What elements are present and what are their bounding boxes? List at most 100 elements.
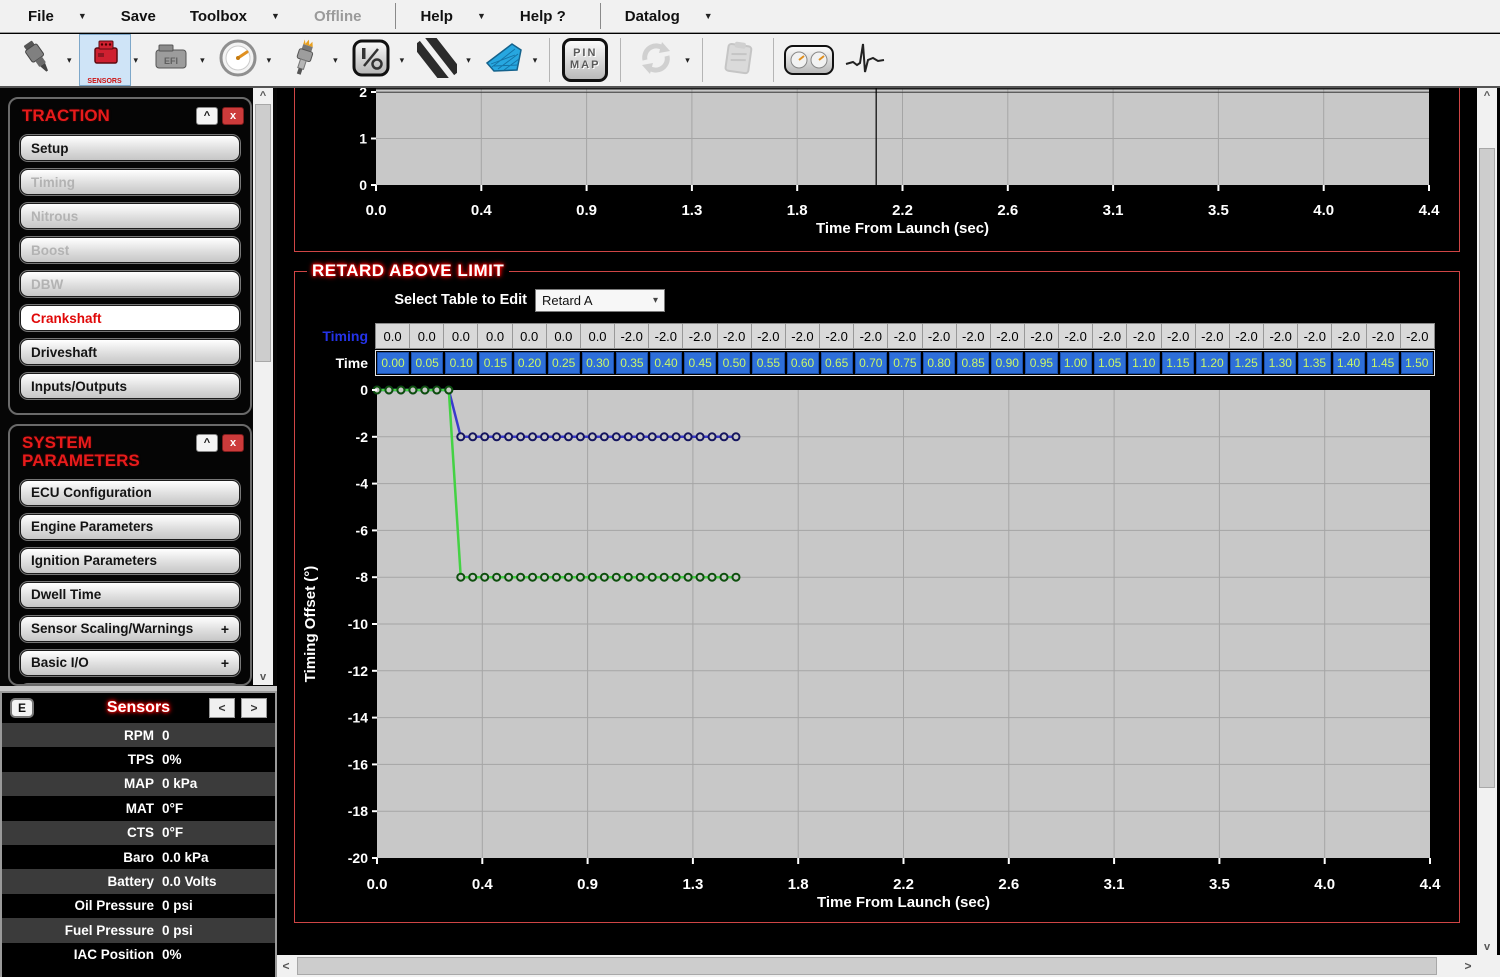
table-cell[interactable]: -2.0	[957, 324, 991, 348]
menu-item-help[interactable]: Help ?	[520, 8, 566, 25]
table-cell[interactable]: 0.10	[445, 352, 477, 374]
table-cell[interactable]: 0.0	[547, 324, 581, 348]
traction-item-driveshaft[interactable]: Driveshaft	[20, 339, 240, 365]
menu-item-datalog[interactable]: Datalog▼	[625, 8, 713, 25]
menu-item-help[interactable]: Help▼	[420, 8, 485, 25]
table-cell[interactable]: 0.80	[923, 352, 955, 374]
launch-overview-chart[interactable]: 0120.00.40.91.31.82.22.63.13.54.04.4Time…	[295, 88, 1459, 251]
system-item-engine-parameters[interactable]: Engine Parameters	[20, 514, 240, 540]
table-cell[interactable]: -2.0	[615, 324, 649, 348]
traction-item-inputs-outputs[interactable]: Inputs/Outputs	[20, 373, 240, 399]
sensors-tool[interactable]: SENSORS	[79, 34, 131, 86]
chevron-down-icon[interactable]: ▾	[67, 55, 72, 66]
table-cell[interactable]: 0.95	[1025, 352, 1057, 374]
table-cell[interactable]: 0.20	[514, 352, 546, 374]
close-panel-button[interactable]: x	[222, 107, 244, 125]
table-cell[interactable]: -2.0	[1059, 324, 1093, 348]
table-cell[interactable]: 0.65	[821, 352, 853, 374]
table-cell[interactable]: 0.30	[582, 352, 614, 374]
collapse-panel-button[interactable]: ^	[196, 434, 218, 452]
table-cell[interactable]: 0.55	[752, 352, 784, 374]
table-cell[interactable]: 1.30	[1264, 352, 1296, 374]
system-item-ignition-parameters[interactable]: Ignition Parameters	[20, 548, 240, 574]
chevron-down-icon[interactable]: ▾	[685, 55, 690, 66]
chevron-down-icon[interactable]: ▾	[200, 55, 205, 66]
scroll-left-icon[interactable]: <	[277, 955, 295, 977]
table-cell[interactable]: -2.0	[786, 324, 820, 348]
table-cell[interactable]: -2.0	[683, 324, 717, 348]
surface-table-tool[interactable]	[478, 34, 530, 86]
expand-button[interactable]: E	[10, 698, 34, 718]
gauges-tool[interactable]	[783, 34, 835, 86]
table-cell[interactable]: -2.0	[820, 324, 854, 348]
traction-item-setup[interactable]: Setup	[20, 135, 240, 161]
table-cell[interactable]: -2.0	[1367, 324, 1401, 348]
system-item-basic-i-o[interactable]: Basic I/O+	[20, 650, 240, 676]
sensors-next-button[interactable]: >	[241, 698, 267, 718]
table-cell[interactable]: -2.0	[1196, 324, 1230, 348]
table-cell[interactable]: -2.0	[1401, 324, 1434, 348]
table-cell[interactable]: 0.60	[787, 352, 819, 374]
table-cell[interactable]: 0.70	[855, 352, 887, 374]
table-cell[interactable]: 1.40	[1333, 352, 1365, 374]
io-tool[interactable]	[345, 34, 397, 86]
table-cell[interactable]: -2.0	[1264, 324, 1298, 348]
table-cell[interactable]: 1.45	[1367, 352, 1399, 374]
sync-tool[interactable]	[630, 34, 682, 86]
main-vertical-scrollbar[interactable]: ^ v	[1477, 88, 1497, 955]
system-item-ecu-configuration[interactable]: ECU Configuration	[20, 480, 240, 506]
table-cell[interactable]: -2.0	[1332, 324, 1366, 348]
table-cell[interactable]: 1.50	[1401, 352, 1433, 374]
main-hscroll-thumb[interactable]	[297, 957, 1437, 975]
table-cell[interactable]: 0.0	[376, 324, 410, 348]
chevron-down-icon[interactable]: ▾	[466, 55, 471, 66]
traction-item-dbw[interactable]: DBW	[20, 271, 240, 297]
table-cell[interactable]: 0.0	[478, 324, 512, 348]
notes-tool[interactable]	[712, 34, 764, 86]
system-item-dwell-time[interactable]: Dwell Time	[20, 582, 240, 608]
table-cell[interactable]: -2.0	[718, 324, 752, 348]
table-cell[interactable]: -2.0	[1230, 324, 1264, 348]
table-cell[interactable]: 0.00	[377, 352, 409, 374]
sidebar-scrollbar[interactable]: ^ v	[253, 88, 273, 685]
table-cell[interactable]: 1.20	[1196, 352, 1228, 374]
timing-stripes-tool[interactable]	[411, 34, 463, 86]
table-cell[interactable]: 0.25	[548, 352, 580, 374]
table-cell[interactable]: -2.0	[888, 324, 922, 348]
chevron-down-icon[interactable]: ▾	[333, 55, 338, 66]
table-cell[interactable]: 0.35	[616, 352, 648, 374]
table-cell[interactable]: -2.0	[752, 324, 786, 348]
scroll-down-icon[interactable]: v	[1477, 939, 1497, 955]
table-cell[interactable]: -2.0	[923, 324, 957, 348]
table-cell[interactable]: 0.0	[444, 324, 478, 348]
waveform-tool[interactable]	[839, 34, 891, 86]
menu-item-toolbox[interactable]: Toolbox▼	[190, 8, 280, 25]
menu-item-offline[interactable]: Offline	[314, 8, 362, 25]
sensors-prev-button[interactable]: <	[209, 698, 235, 718]
traction-item-boost[interactable]: Boost	[20, 237, 240, 263]
scroll-up-icon[interactable]: ^	[1477, 88, 1497, 104]
chevron-down-icon[interactable]: ▾	[400, 55, 405, 66]
table-cell[interactable]: -2.0	[1127, 324, 1161, 348]
fuel-injector-tool[interactable]	[12, 34, 64, 86]
menu-item-save[interactable]: Save	[121, 8, 156, 25]
table-cell[interactable]: 0.85	[957, 352, 989, 374]
table-cell[interactable]: 0.90	[991, 352, 1023, 374]
table-cell[interactable]: -2.0	[854, 324, 888, 348]
table-cell[interactable]: 1.10	[1128, 352, 1160, 374]
table-cell[interactable]: -2.0	[1298, 324, 1332, 348]
table-cell[interactable]: -2.0	[1162, 324, 1196, 348]
table-cell[interactable]: 0.45	[684, 352, 716, 374]
scroll-down-icon[interactable]: v	[253, 669, 273, 685]
sidebar-scrollbar-thumb[interactable]	[255, 104, 271, 362]
table-cell[interactable]: 1.00	[1060, 352, 1092, 374]
table-cell[interactable]: 0.75	[889, 352, 921, 374]
table-cell[interactable]: 0.0	[513, 324, 547, 348]
efi-module-tool[interactable]: EFI	[145, 34, 197, 86]
table-cell[interactable]: 0.15	[479, 352, 511, 374]
main-vscroll-thumb[interactable]	[1479, 148, 1495, 788]
main-horizontal-scrollbar[interactable]: < >	[277, 955, 1477, 977]
table-cell[interactable]: 1.15	[1162, 352, 1194, 374]
table-cell[interactable]: 0.40	[650, 352, 682, 374]
table-cell[interactable]: 0.0	[581, 324, 615, 348]
